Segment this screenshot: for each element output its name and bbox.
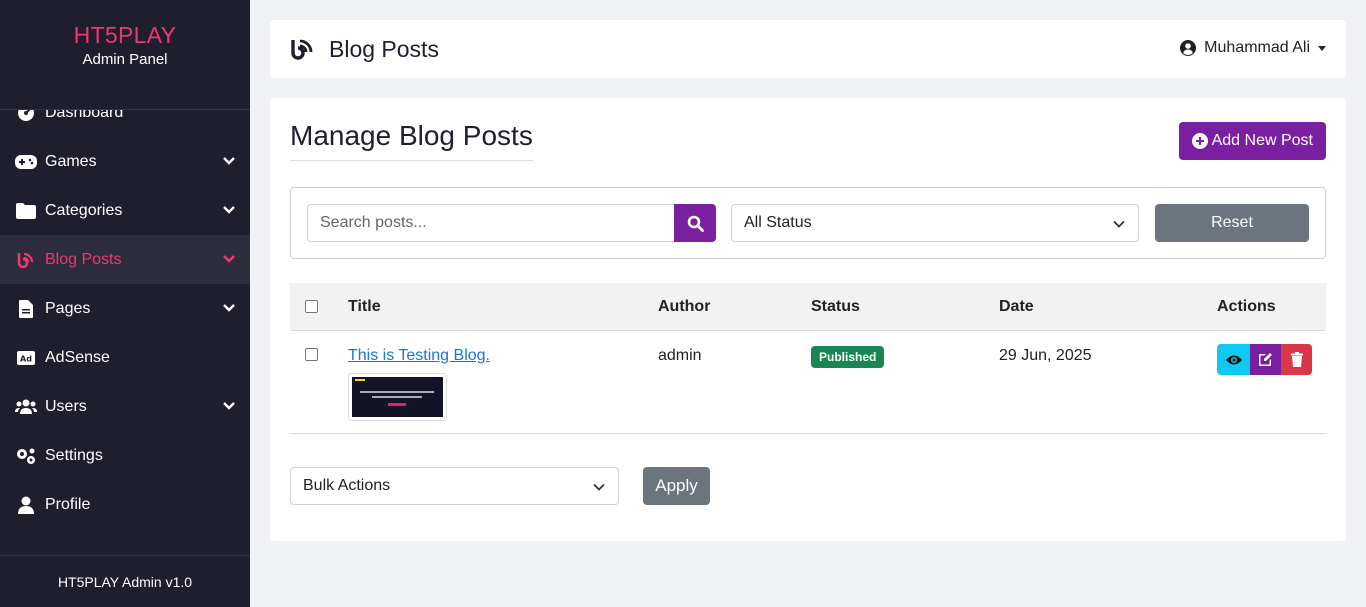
sidebar-item-label: Users [45, 397, 87, 415]
sidebar-item-label: Settings [45, 446, 103, 464]
svg-text:Ad: Ad [20, 354, 32, 363]
sidebar-item-categories[interactable]: Categories [0, 186, 250, 235]
column-status: Status [811, 298, 860, 315]
folder-icon [15, 201, 37, 221]
select-all-checkbox[interactable] [305, 300, 318, 313]
add-new-post-label: Add New Post [1211, 132, 1313, 149]
page-header: Blog Posts Muhammad Ali [270, 20, 1346, 78]
page-title: Blog Posts [329, 36, 439, 62]
view-button[interactable] [1217, 344, 1250, 375]
sidebar-item-users[interactable]: Users [0, 382, 250, 431]
status-filter-value: All Status [744, 214, 812, 231]
trash-icon [1290, 352, 1303, 367]
post-author: admin [658, 347, 702, 364]
post-thumbnail [348, 373, 447, 421]
file-icon [15, 299, 37, 319]
caret-down-icon [1318, 45, 1326, 51]
edit-icon [1259, 353, 1272, 366]
status-badge-wrap: Published [811, 346, 885, 368]
user-name: Muhammad Ali [1204, 39, 1310, 56]
chevron-down-icon [223, 206, 235, 214]
column-title: Title [348, 298, 381, 315]
post-title-link[interactable]: This is Testing Blog. [348, 347, 490, 365]
table-header: Title Author Status Date Actions [290, 283, 1326, 331]
sidebar-nav: Dashboard Games Categories Blog Posts Pa… [0, 110, 250, 555]
sidebar-item-blog-posts[interactable]: Blog Posts [0, 235, 250, 284]
brand-name: HT5PLAY [73, 22, 177, 48]
sidebar-item-games[interactable]: Games [0, 137, 250, 186]
sidebar-item-adsense[interactable]: Ad AdSense [0, 333, 250, 382]
search-input[interactable]: Search posts... [307, 204, 674, 242]
delete-button[interactable] [1281, 344, 1312, 375]
chevron-down-icon [223, 304, 235, 312]
brand-subtitle: Admin Panel [82, 51, 168, 68]
main-card: Manage Blog Posts Add New Post Search po… [270, 98, 1346, 541]
apply-button[interactable]: Apply [643, 467, 710, 505]
cogs-icon [15, 446, 37, 466]
column-date: Date [999, 298, 1034, 315]
gamepad-icon [15, 152, 37, 172]
brand: HT5PLAY Admin Panel [0, 0, 250, 110]
sidebar-item-settings[interactable]: Settings [0, 431, 250, 480]
blog-icon [15, 250, 37, 270]
row-actions [1217, 344, 1312, 375]
section-title: Manage Blog Posts [290, 120, 533, 161]
user-menu[interactable]: Muhammad Ali [1180, 39, 1326, 57]
column-actions: Actions [1217, 298, 1276, 315]
sidebar: HT5PLAY Admin Panel Dashboard Games Cate… [0, 0, 250, 607]
chevron-down-icon [593, 483, 605, 491]
blog-icon [291, 39, 313, 60]
sidebar-item-label: AdSense [45, 348, 110, 366]
bulk-actions-select[interactable]: Bulk Actions [290, 467, 619, 505]
sidebar-item-dashboard[interactable]: Dashboard [0, 110, 250, 137]
user-circle-icon [1180, 40, 1197, 56]
status-badge: Published [811, 346, 885, 368]
chevron-down-icon [223, 402, 235, 410]
search-icon [687, 215, 704, 232]
sidebar-item-label: Dashboard [45, 110, 124, 121]
sidebar-item-label: Profile [45, 495, 91, 513]
post-date: 29 Jun, 2025 [999, 347, 1092, 364]
sidebar-item-label: Pages [45, 299, 91, 317]
ad-icon: Ad [15, 348, 37, 368]
sidebar-item-label: Categories [45, 201, 123, 219]
plus-circle-icon [1191, 133, 1208, 149]
reset-button[interactable]: Reset [1155, 204, 1309, 242]
sidebar-item-pages[interactable]: Pages [0, 284, 250, 333]
status-filter-select[interactable]: All Status [731, 204, 1139, 242]
column-author: Author [658, 298, 711, 315]
gauge-icon [15, 110, 37, 123]
user-icon [15, 495, 37, 515]
add-new-post-button[interactable]: Add New Post [1178, 122, 1326, 160]
edit-button[interactable] [1250, 344, 1281, 375]
eye-icon [1225, 355, 1242, 364]
sidebar-item-label: Games [45, 152, 97, 170]
sidebar-item-profile[interactable]: Profile [0, 480, 250, 529]
chevron-down-icon [1113, 220, 1125, 228]
bulk-actions-value: Bulk Actions [303, 477, 391, 494]
search-button[interactable] [674, 204, 716, 242]
table-row: This is Testing Blog. admin Published 29… [290, 332, 1326, 434]
sidebar-footer: HT5PLAY Admin v1.0 [0, 555, 250, 607]
chevron-down-icon [223, 255, 235, 263]
filter-panel: Search posts... All Status Reset [290, 187, 1326, 259]
chevron-down-icon [223, 157, 235, 165]
sidebar-item-label: Blog Posts [45, 250, 122, 268]
row-checkbox[interactable] [305, 348, 318, 361]
users-icon [15, 397, 37, 417]
